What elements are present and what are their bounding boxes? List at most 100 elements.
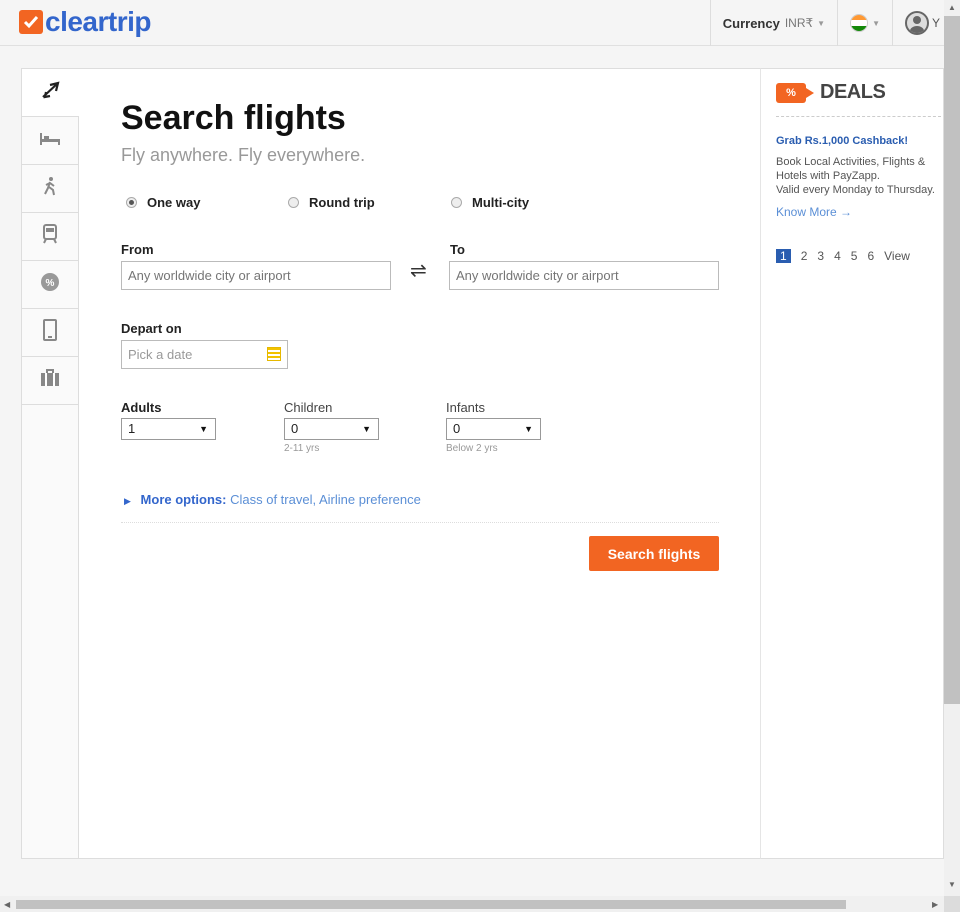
scrollbar-corner xyxy=(944,896,960,912)
more-options-toggle[interactable]: ▶ More options: Class of travel, Airline… xyxy=(124,492,421,507)
deals-panel: % DEALS Grab Rs.1,000 Cashback! Book Loc… xyxy=(760,68,944,859)
divider xyxy=(121,522,719,523)
vertical-scroll-thumb[interactable] xyxy=(944,16,960,704)
page-link-1[interactable]: 1 xyxy=(776,249,791,263)
scroll-left-icon[interactable]: ◀ xyxy=(4,900,10,909)
hotel-icon xyxy=(39,130,61,151)
logo-text: cleartrip xyxy=(45,6,152,37)
currency-label: Currency xyxy=(722,15,780,31)
horizontal-scroll-thumb[interactable] xyxy=(16,900,846,909)
mobile-icon xyxy=(43,319,57,346)
scroll-up-icon[interactable]: ▲ xyxy=(948,3,956,12)
radio-unchecked-icon xyxy=(451,197,462,208)
currency-value: INR₹ xyxy=(784,16,814,30)
to-label: To xyxy=(450,242,465,257)
page-title: Search flights xyxy=(121,99,346,137)
hiker-icon xyxy=(42,176,58,201)
to-input[interactable] xyxy=(449,261,719,290)
depart-date-input[interactable]: Pick a date xyxy=(121,340,288,369)
divider xyxy=(776,116,941,117)
radio-label: Round trip xyxy=(309,195,375,210)
dropdown-arrow-icon: ▼ xyxy=(199,424,208,434)
dropdown-arrow-icon: ▼ xyxy=(362,424,371,434)
sidebar-item-mobile[interactable] xyxy=(22,309,78,357)
radio-checked-icon xyxy=(126,197,137,208)
horizontal-scrollbar[interactable]: ◀ ▶ xyxy=(0,896,944,912)
country-selector[interactable]: ▼ xyxy=(837,0,892,46)
children-value: 0 xyxy=(291,421,299,436)
train-icon xyxy=(42,224,58,249)
sidebar-item-activities[interactable] xyxy=(22,165,78,213)
search-card: % Search flights Fly anywhere. Fly every… xyxy=(21,68,760,859)
sidebar-item-trips[interactable] xyxy=(22,357,78,405)
more-options-text: Class of travel, Airline preference xyxy=(230,492,421,507)
radio-label: One way xyxy=(147,195,201,210)
deal-description: Book Local Activities, Flights & Hotels … xyxy=(776,155,944,197)
deal-tag-icon: % xyxy=(776,82,814,103)
sidebar-item-trains[interactable] xyxy=(22,213,78,261)
infants-hint: Below 2 yrs xyxy=(446,443,498,454)
percent-badge-icon: % xyxy=(40,272,60,297)
chevron-down-icon: ▼ xyxy=(817,18,826,28)
india-flag-icon xyxy=(850,14,869,32)
header-actions: Currency INR₹ ▼ ▼ Y xyxy=(709,0,944,46)
account-menu[interactable]: Y xyxy=(891,0,944,46)
deal-line: Valid every Monday to Thursday. xyxy=(776,184,935,196)
radio-label: Multi-city xyxy=(472,195,530,210)
checkmark-icon xyxy=(19,10,43,34)
currency-selector[interactable]: Currency INR₹ ▼ xyxy=(709,0,837,46)
depart-placeholder: Pick a date xyxy=(128,347,193,362)
know-more-link[interactable]: Know More → xyxy=(776,205,852,219)
deals-pagination: 1 2 3 4 5 6 View xyxy=(776,249,920,263)
children-hint: 2-11 yrs xyxy=(284,443,320,454)
top-header: cleartrip Currency INR₹ ▼ ▼ Y xyxy=(0,0,944,46)
radio-unchecked-icon xyxy=(288,197,299,208)
children-label: Children xyxy=(284,400,333,415)
page-link-2[interactable]: 2 xyxy=(801,249,808,263)
deals-header: % DEALS xyxy=(776,81,886,104)
scroll-down-icon[interactable]: ▼ xyxy=(948,880,956,889)
trip-type-multi-city[interactable]: Multi-city xyxy=(451,195,529,210)
dropdown-arrow-icon: ▼ xyxy=(524,424,533,434)
from-input[interactable] xyxy=(121,261,391,290)
user-name: Y xyxy=(931,16,940,30)
adults-select[interactable]: 1 ▼ xyxy=(121,418,216,440)
plane-icon xyxy=(41,81,61,104)
infants-select[interactable]: 0 ▼ xyxy=(446,418,541,440)
scroll-right-icon[interactable]: ▶ xyxy=(932,900,938,909)
vertical-scrollbar[interactable]: ▲ ▼ xyxy=(944,0,960,896)
briefcase-icon xyxy=(40,369,60,392)
deals-title: DEALS xyxy=(820,81,886,103)
calendar-icon[interactable] xyxy=(267,347,281,361)
view-all-link[interactable]: View xyxy=(884,249,910,263)
deal-line: Book Local Activities, Flights & xyxy=(776,156,926,168)
infants-label: Infants xyxy=(446,400,486,415)
infants-value: 0 xyxy=(453,421,461,436)
page-link-6[interactable]: 6 xyxy=(867,249,874,263)
deal-heading-link[interactable]: Grab Rs.1,000 Cashback! xyxy=(776,135,908,147)
swap-icon[interactable]: ⇌ xyxy=(410,258,427,283)
page-subtitle: Fly anywhere. Fly everywhere. xyxy=(121,145,366,165)
sidebar-item-hotels[interactable] xyxy=(22,117,78,165)
from-label: From xyxy=(121,242,154,257)
page-link-4[interactable]: 4 xyxy=(834,249,841,263)
caret-right-icon: ▶ xyxy=(124,496,131,506)
depart-label: Depart on xyxy=(121,321,182,336)
trip-type-round-trip[interactable]: Round trip xyxy=(288,195,375,210)
page-link-3[interactable]: 3 xyxy=(817,249,824,263)
more-options-label: More options: xyxy=(140,492,227,507)
adults-value: 1 xyxy=(128,421,136,436)
adults-label: Adults xyxy=(121,400,162,415)
user-avatar-icon xyxy=(904,11,929,35)
cleartrip-logo[interactable]: cleartrip xyxy=(19,6,152,38)
svg-text:%: % xyxy=(46,278,55,289)
children-select[interactable]: 0 ▼ xyxy=(284,418,379,440)
chevron-down-icon: ▼ xyxy=(872,18,880,28)
sidebar-item-flights[interactable] xyxy=(22,69,79,117)
trip-type-one-way[interactable]: One way xyxy=(126,195,200,210)
deal-line: Hotels with PayZapp. xyxy=(776,170,880,182)
product-sidebar: % xyxy=(22,69,79,858)
page-link-5[interactable]: 5 xyxy=(851,249,858,263)
sidebar-item-deals[interactable]: % xyxy=(22,261,78,309)
search-flights-button[interactable]: Search flights xyxy=(589,536,719,571)
